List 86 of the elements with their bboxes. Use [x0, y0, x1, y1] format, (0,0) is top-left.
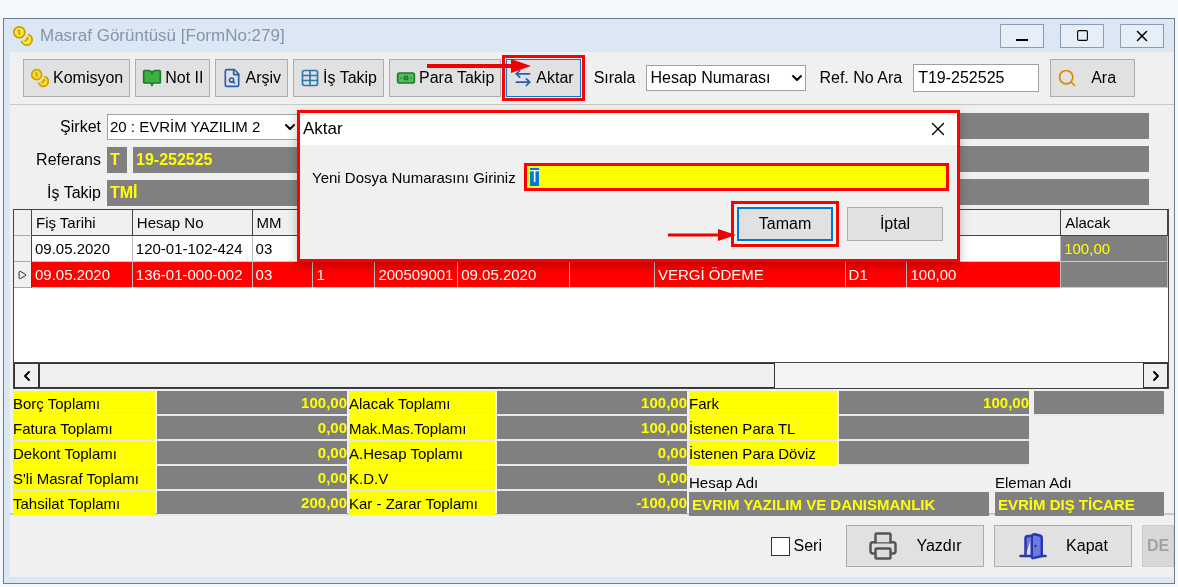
window-title: Masraf Görüntüsü [FormNo:279]: [40, 25, 286, 46]
search-button[interactable]: Ara: [1050, 59, 1136, 97]
name-label: Hesap Adı: [689, 474, 759, 491]
total-label: Tahsilat Toplamı: [13, 491, 155, 516]
table-cell: 09.05.2020: [31, 262, 133, 288]
dialog-title: Aktar: [303, 119, 343, 139]
total-value: 0,00: [157, 416, 347, 441]
table-cell: 09.05.2020: [31, 236, 133, 262]
total-label: K.D.V: [349, 466, 495, 491]
printer-icon: [868, 531, 899, 561]
coins-icon: [30, 68, 50, 88]
maximize-button[interactable]: [1060, 23, 1104, 48]
total-label: Borç Toplamı: [13, 391, 155, 416]
name-value: EVRİM DIŞ TİCARE: [995, 492, 1164, 516]
field-label: İş Takip: [46, 183, 101, 202]
table-cell: D1: [845, 262, 908, 288]
toolbar-button[interactable]: Not II: [135, 59, 211, 97]
row-indicator[interactable]: [14, 262, 32, 288]
pointer-arrow: [666, 227, 738, 243]
field-label: Referans: [35, 150, 101, 169]
maximize-icon: [1075, 29, 1089, 42]
table-cell: 100,00: [907, 262, 1062, 288]
total-label: Kar - Zarar Toplamı: [349, 491, 495, 516]
total-value: 200,00: [157, 491, 347, 516]
table-cell: 100,00: [1061, 236, 1168, 262]
prompt-label: Yeni Dosya Numarasını Giriniz: [312, 168, 516, 186]
name-label: Eleman Adı: [995, 474, 1072, 491]
total-value: 100,00: [839, 391, 1029, 416]
minimize-icon: [1016, 38, 1028, 41]
table-cell: 136-01-000-002: [132, 262, 253, 288]
name-value: EVRIM YAZILIM VE DANISMANLIK: [689, 492, 989, 516]
door-icon: [1018, 531, 1049, 561]
total-value: 100,00: [497, 416, 687, 441]
table-cell: 09.05.2020: [458, 262, 571, 288]
total-value: 0,00: [157, 441, 347, 466]
row-indicator[interactable]: [14, 236, 32, 262]
toolbar-button[interactable]: İş Takip: [293, 59, 384, 97]
dialog-button[interactable]: Tamam: [737, 207, 833, 241]
total-value: 100,00: [157, 391, 347, 416]
scrollbar-thumb[interactable]: [39, 363, 775, 388]
total-label: Mak.Mas.Toplamı: [349, 416, 495, 441]
field-label: Şirket: [59, 117, 101, 136]
total-label: İstenen Para TL: [689, 416, 837, 441]
coins-icon: [12, 24, 34, 47]
total-value: 0,00: [157, 466, 347, 491]
table-cell: 200509001: [375, 262, 459, 288]
toolbar-button[interactable]: Para Takip: [389, 59, 502, 97]
column-header[interactable]: Hesap No: [132, 210, 253, 236]
print-button[interactable]: Yazdır: [846, 525, 984, 567]
total-label: Dekont Toplamı: [13, 441, 155, 466]
scroll-right-icon[interactable]: [1143, 363, 1168, 388]
reference-prefix-field: T: [107, 146, 127, 173]
table-cell: VERGİ ÖDEME: [654, 262, 846, 288]
total-value: -100,00: [497, 491, 687, 516]
reference-field: 19-252525: [133, 146, 299, 173]
sort-select[interactable]: Hesap Numarası: [646, 65, 807, 91]
table-cell: 120-01-102-424: [132, 236, 253, 262]
minimize-button[interactable]: [1000, 23, 1044, 48]
company-combo[interactable]: 20 : EVRİM YAZILIM 2: [107, 113, 299, 140]
table-cell: 03: [252, 262, 314, 288]
total-label: Fatura Toplamı: [13, 416, 155, 441]
total-label: Fark: [689, 391, 837, 416]
search-icon: [1057, 68, 1078, 88]
total-label: Alacak Toplamı: [349, 391, 495, 416]
total-value: 0,00: [497, 466, 687, 491]
search-field[interactable]: T19-252525: [913, 64, 1040, 92]
dialog-button[interactable]: İptal: [847, 207, 943, 241]
scroll-left-icon[interactable]: [14, 363, 39, 388]
toolbar-button[interactable]: Komisyon: [23, 59, 131, 97]
toolbar-button[interactable]: Arşiv: [215, 59, 289, 97]
search-label: Ref. No Ara: [819, 69, 903, 87]
total-value: 100,00: [497, 391, 687, 416]
book-icon: [142, 68, 163, 88]
series-checkbox[interactable]: Seri: [770, 536, 822, 556]
table-cell: 1: [313, 262, 376, 288]
close-button[interactable]: [1120, 23, 1164, 48]
column-header[interactable]: Fiş Tarihi: [31, 210, 133, 236]
sort-label: Sırala: [593, 69, 636, 87]
total-value: 0,00: [497, 441, 687, 466]
total-label: İstenen Para Döviz: [689, 441, 837, 466]
total-label: S'li Masraf Toplamı: [13, 466, 155, 491]
document-search-icon: [222, 68, 243, 88]
total-label: A.Hesap Toplamı: [349, 441, 495, 466]
table-icon: [300, 68, 321, 88]
close-form-button[interactable]: Kapat: [994, 525, 1132, 567]
column-header[interactable]: Alacak: [1061, 210, 1168, 236]
